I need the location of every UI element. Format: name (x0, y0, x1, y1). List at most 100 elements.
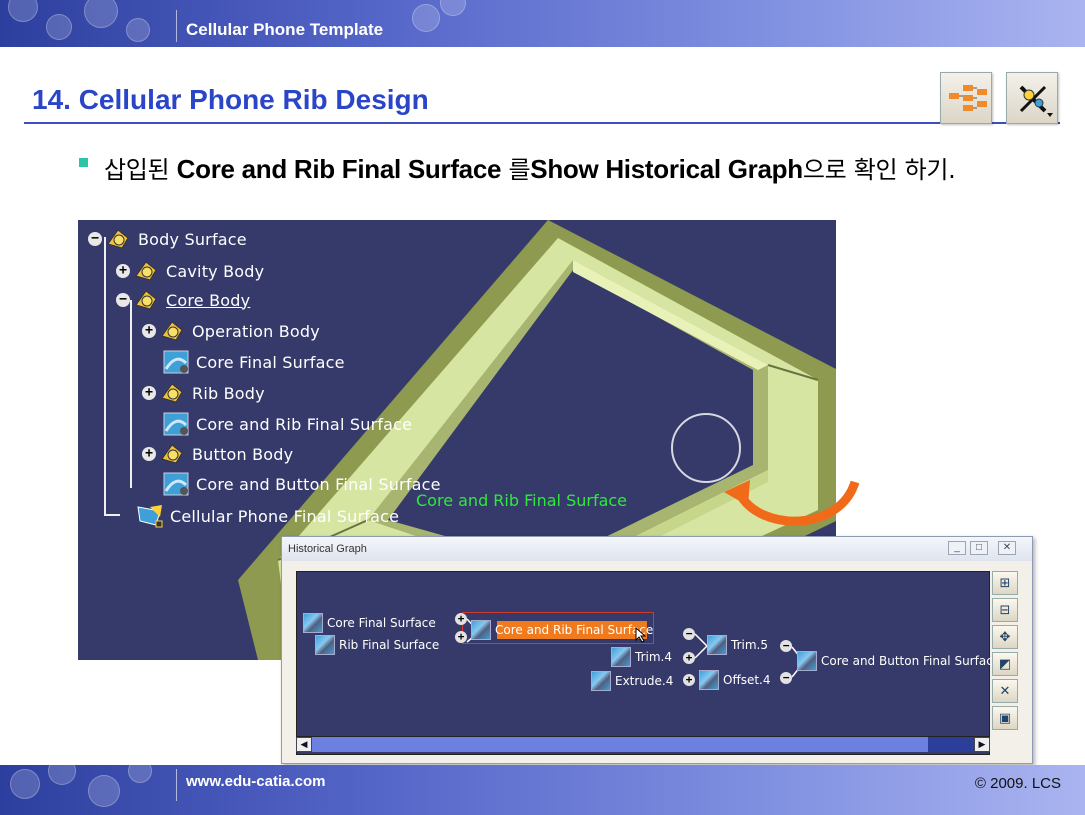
tree-item-cavity-body[interactable]: + Cavity Body (116, 258, 264, 284)
expand-icon[interactable]: + (142, 386, 156, 400)
expand-icon[interactable]: + (683, 674, 695, 686)
parents-children-icon[interactable]: ⊞ (992, 571, 1018, 595)
graph-node-core-final-surface[interactable]: Core Final Surface (303, 612, 436, 634)
decor-bubble (8, 0, 38, 22)
historical-graph-window[interactable]: Historical Graph _ □ ✕ Core Final Surfac… (281, 536, 1033, 764)
close-button[interactable]: ✕ (998, 541, 1016, 555)
body-feature-icon (158, 380, 186, 406)
collapse-icon[interactable]: − (780, 640, 792, 652)
tree-connector (104, 514, 120, 516)
footer-divider (176, 769, 177, 801)
scroll-right-button[interactable]: ▶ (974, 737, 990, 752)
graph-node-rib-final-surface[interactable]: Rib Final Surface (315, 634, 439, 656)
expand-icon[interactable]: + (455, 613, 467, 625)
expand-icon[interactable]: + (455, 631, 467, 643)
decor-bubble (84, 0, 118, 28)
tree-item-label: Cellular Phone Final Surface (170, 506, 400, 526)
tree-item-label: Rib Body (192, 383, 265, 403)
expand-icon[interactable]: + (142, 324, 156, 338)
decor-bubble (48, 765, 76, 785)
tree-item-label: Core Final Surface (196, 352, 345, 372)
tree-item-button-body[interactable]: + Button Body (142, 441, 293, 467)
copyright-text: © 2009. LCS (974, 775, 1061, 792)
surface-feature-icon (797, 651, 817, 671)
tree-item-core-and-rib-final-surface[interactable]: Core and Rib Final Surface (162, 411, 412, 437)
surface-feature-icon (471, 620, 491, 640)
instruction-mid: 를 (501, 156, 531, 184)
slide-title: 14. Cellular Phone Rib Design (32, 84, 429, 115)
instruction-bold-feature: Core and Rib Final Surface (176, 154, 502, 184)
window-title: Historical Graph (288, 543, 367, 555)
reframe-graph-icon[interactable]: ✥ (992, 625, 1018, 649)
graph-node-trim5[interactable]: Trim.5 (707, 634, 768, 656)
instruction-text: 삽입된 Core and Rib Final Surface 를Show His… (104, 150, 956, 185)
tree-item-label: Core Body (166, 290, 251, 310)
graph-node-offset4[interactable]: Offset.4 (699, 669, 771, 691)
surface-feature-icon (162, 349, 190, 375)
tree-item-core-and-button-final-surface[interactable]: Core and Button Final Surface (162, 471, 441, 497)
scroll-left-button[interactable]: ◀ (296, 737, 312, 752)
expand-icon[interactable]: + (142, 447, 156, 461)
scrollbar-track-end (928, 737, 974, 752)
collapse-icon[interactable]: − (683, 628, 695, 640)
body-feature-icon (158, 441, 186, 467)
collapse-icon[interactable]: − (116, 293, 130, 307)
collapse-icon[interactable]: − (780, 672, 792, 684)
tree-item-rib-body[interactable]: + Rib Body (142, 380, 265, 406)
frame-icon[interactable]: ▣ (992, 706, 1018, 730)
surface-feature-icon (162, 471, 190, 497)
show-historical-graph-icon[interactable] (1006, 72, 1058, 124)
graph-node-trim4[interactable]: Trim.4 (611, 646, 672, 668)
decor-bubble (88, 775, 120, 807)
graph-node-label: Core and Rib Final Surface (495, 623, 654, 637)
overlay-feature-label: Core and Rib Final Surface (416, 491, 628, 510)
tree-item-label: Core and Rib Final Surface (196, 414, 413, 434)
expand-icon[interactable]: + (683, 652, 695, 664)
bullet-marker (79, 158, 88, 167)
surface-mode-icon[interactable]: ◩ (992, 652, 1018, 676)
graph-canvas[interactable]: Core Final Surface Rib Final Surface + +… (296, 571, 1000, 755)
graph-node-label: Rib Final Surface (339, 638, 440, 652)
show-history-icon[interactable]: ✕ (992, 679, 1018, 703)
decor-bubble (412, 4, 440, 32)
trim-feature-icon (707, 635, 727, 655)
window-titlebar[interactable]: Historical Graph _ □ ✕ (282, 537, 1032, 561)
orange-arrow-icon (724, 480, 860, 526)
graph-node-core-and-button-final-surface[interactable]: Core and Button Final Surface (797, 650, 1000, 672)
extrude-feature-icon (591, 671, 611, 691)
tree-item-label: Core and Button Final Surface (196, 474, 441, 494)
tree-item-core-final-surface[interactable]: Core Final Surface (162, 349, 345, 375)
template-title: Cellular Phone Template (186, 20, 384, 39)
surface-feature-icon (162, 411, 190, 437)
selected-node-frame[interactable]: + + Core and Rib Final Surface (455, 612, 654, 644)
tree-item-operation-body[interactable]: + Operation Body (142, 318, 320, 344)
graph-node-label: Trim.5 (731, 638, 768, 652)
collapse-icon[interactable]: − (88, 232, 102, 246)
footer-url-link[interactable]: www.edu-catia.com (186, 773, 325, 790)
graph-structure-icon[interactable] (940, 72, 992, 124)
expand-icon[interactable]: + (116, 264, 130, 278)
tree-item-core-body[interactable]: − Core Body (116, 287, 250, 313)
tree-item-cellular-phone-final-surface[interactable]: Cellular Phone Final Surface (136, 503, 399, 529)
final-surface-icon (136, 503, 164, 529)
graph-node-label: Extrude.4 (615, 674, 674, 688)
graph-node-extrude4[interactable]: Extrude.4 (591, 670, 673, 692)
tree-item-body-surface[interactable]: − Body Surface (88, 226, 247, 252)
decor-bubble (46, 14, 72, 40)
graph-node-core-and-rib-final-surface[interactable]: Core and Rib Final Surface (471, 619, 653, 641)
trim-feature-icon (611, 647, 631, 667)
horizontal-scrollbar[interactable]: ◀ ▶ (296, 736, 990, 752)
body-feature-icon (158, 318, 186, 344)
surface-feature-icon (303, 613, 323, 633)
minimize-button[interactable]: _ (948, 541, 966, 555)
add-graph-icon[interactable]: ⊟ (992, 598, 1018, 622)
surface-feature-icon (315, 635, 335, 655)
decor-bubble (440, 0, 466, 16)
header-band: Cellular Phone Template (0, 0, 1085, 47)
maximize-button[interactable]: □ (970, 541, 988, 555)
decor-bubble (10, 769, 40, 799)
instruction-suffix: 으로 확인 하기. (802, 156, 956, 184)
tree-item-label: Body Surface (138, 229, 247, 249)
tree-item-label: Button Body (192, 444, 294, 464)
instruction-bold-command: Show Historical Graph (530, 154, 803, 184)
